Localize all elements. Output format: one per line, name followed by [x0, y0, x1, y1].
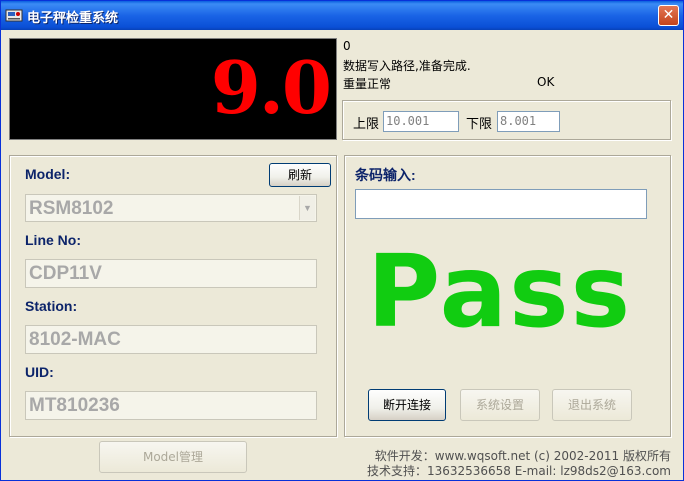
disconnect-button[interactable]: 断开连接 [368, 389, 446, 421]
scale-app-icon [5, 9, 23, 22]
model-select[interactable]: RSM8102 ▼ [25, 194, 317, 222]
ok-indicator: OK [537, 75, 555, 89]
barcode-label: 条码输入: [355, 167, 416, 183]
chevron-down-icon[interactable]: ▼ [299, 196, 315, 220]
lower-limit-input[interactable]: 8.001 [497, 111, 560, 132]
weight-display: 9.0 [9, 38, 337, 140]
weight-value: 9.0 [210, 45, 332, 130]
lower-limit-label: 下限 [466, 117, 493, 132]
line-no-label: Line No: [25, 232, 81, 248]
close-icon[interactable]: ✕ [658, 5, 679, 26]
model-label: Model: [25, 166, 71, 182]
station-label: Station: [25, 298, 78, 314]
model-select-value: RSM8102 [29, 198, 114, 219]
status-message: 数据写入路径,准备完成. [343, 59, 471, 73]
line-no-field[interactable]: CDP11V [25, 259, 317, 288]
upper-limit-input[interactable]: 10.001 [383, 111, 459, 132]
station-field[interactable]: 8102-MAC [25, 325, 317, 354]
window-title: 电子秤检重系统 [27, 11, 119, 26]
uid-field[interactable]: MT810236 [25, 391, 317, 420]
exit-system-button[interactable]: 退出系统 [552, 389, 632, 421]
refresh-button[interactable]: 刷新 [269, 163, 331, 187]
upper-limit-label: 上限 [353, 117, 380, 132]
model-management-button[interactable]: Model管理 [99, 441, 247, 473]
system-settings-button[interactable]: 系统设置 [460, 389, 540, 421]
app-window: 电子秤检重系统 ✕ 9.0 0 数据写入路径,准备完成. 重量正常 OK 上限 … [0, 0, 684, 481]
status-code: 0 [343, 39, 351, 53]
title-bar[interactable]: 电子秤检重系统 ✕ [1, 1, 683, 30]
barcode-input[interactable] [355, 189, 647, 219]
result-pass-text: Pass [367, 233, 633, 350]
weight-status: 重量正常 [343, 77, 392, 91]
support-info: 技术支持：13632536658 E-mail: lz98ds2@163.com [366, 464, 671, 478]
uid-label: UID: [25, 364, 54, 380]
